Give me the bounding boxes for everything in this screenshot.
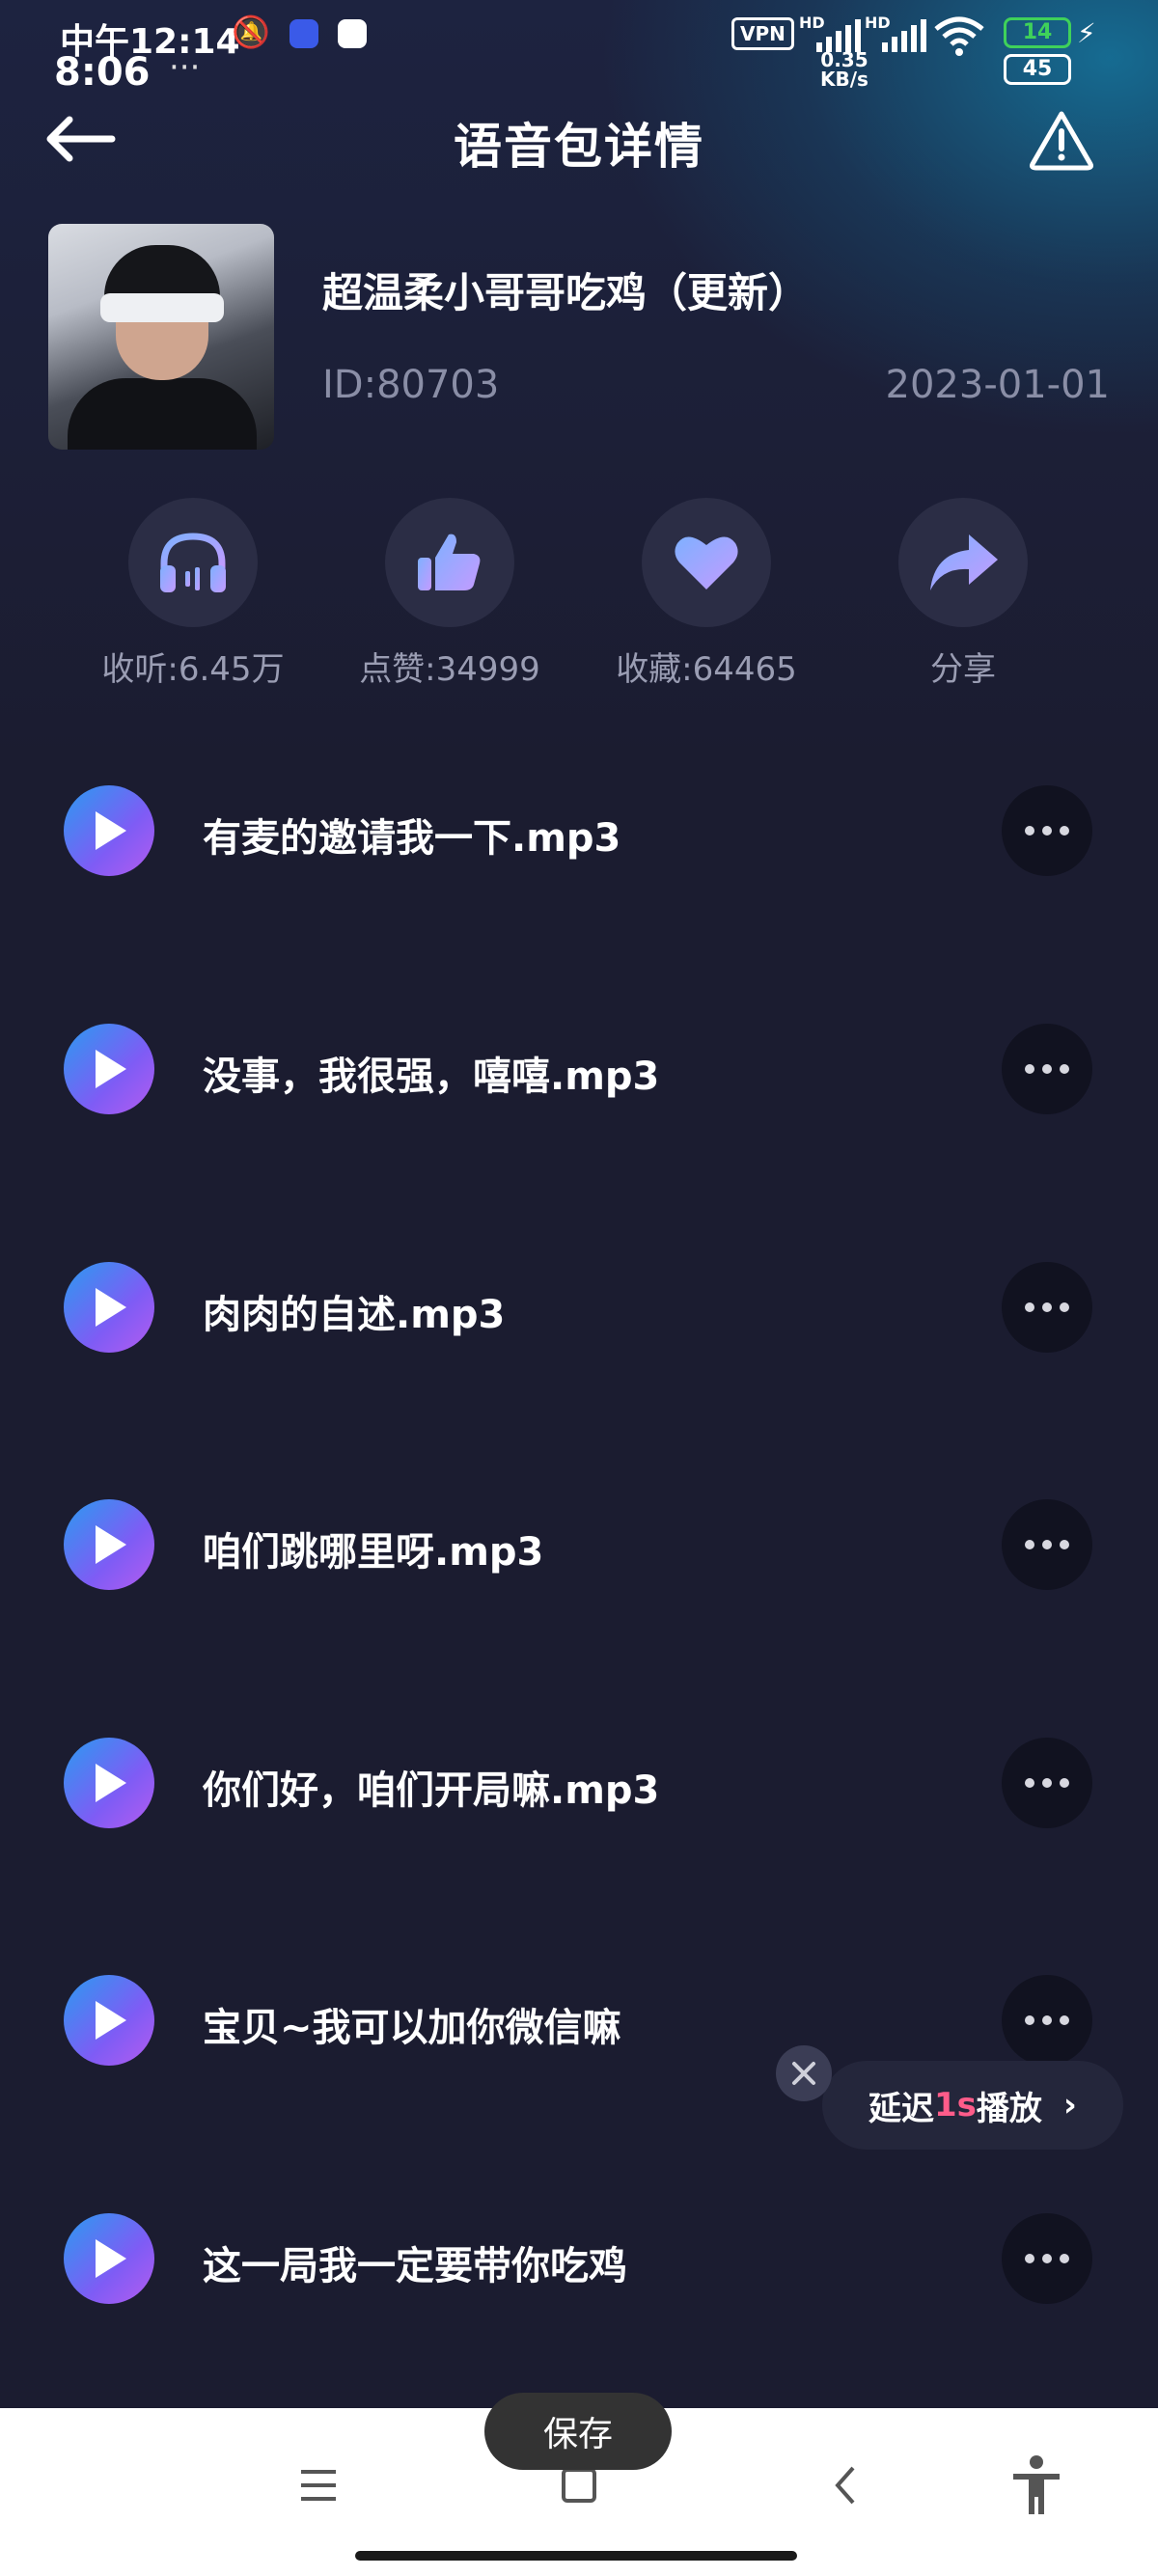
play-button[interactable] bbox=[64, 1499, 154, 1590]
app-notification-icon bbox=[290, 19, 319, 48]
play-button[interactable] bbox=[64, 1738, 154, 1828]
play-icon bbox=[96, 1050, 126, 1088]
signal-strength-icon bbox=[816, 19, 861, 52]
battery-indicator: 45 bbox=[1004, 54, 1071, 85]
list-item: 这一局我一定要带你吃鸡 bbox=[0, 2200, 1158, 2316]
list-item: 宝贝~我可以加你微信嘛 bbox=[0, 1961, 1158, 2077]
list-item: 肉肉的自述.mp3 bbox=[0, 1248, 1158, 1364]
track-name: 有麦的邀请我一下.mp3 bbox=[203, 816, 621, 861]
share-icon bbox=[898, 498, 1028, 627]
headphones-icon bbox=[128, 498, 258, 627]
share-label: 分享 bbox=[930, 650, 996, 689]
charging-bolt-icon: ⚡ bbox=[1077, 17, 1096, 49]
delay-play-button[interactable]: 延迟 1s 播放 › bbox=[822, 2061, 1123, 2150]
battery-indicator: 14 bbox=[1004, 17, 1071, 48]
play-icon bbox=[96, 1764, 126, 1802]
play-icon bbox=[96, 1525, 126, 1564]
chevron-right-icon: › bbox=[1062, 2086, 1077, 2124]
mute-bell-icon: 🔕 bbox=[232, 14, 270, 50]
delay-prefix: 延迟 bbox=[868, 2089, 934, 2128]
like-count-label: 点赞:34999 bbox=[359, 650, 540, 689]
more-options-button[interactable] bbox=[1002, 1738, 1092, 1828]
notification-icons: 🔕 bbox=[232, 14, 368, 50]
save-button[interactable]: 保存 bbox=[484, 2393, 672, 2470]
share-button[interactable]: 分享 bbox=[838, 498, 1089, 690]
accessibility-button[interactable] bbox=[998, 2447, 1075, 2524]
list-item: 没事，我很强，嘻嘻.mp3 bbox=[0, 1010, 1158, 1126]
status-bar: 中午12:14 8:06 ··· 🔕 VPN HD HD 0.35 KB/s 1… bbox=[0, 0, 1158, 106]
listen-count-stat: 收听:6.45万 bbox=[68, 498, 318, 690]
more-options-button[interactable] bbox=[1002, 785, 1092, 876]
menu-button[interactable] bbox=[280, 2447, 357, 2524]
list-item: 有麦的邀请我一下.mp3 bbox=[0, 772, 1158, 888]
play-icon bbox=[96, 1288, 126, 1327]
vpn-badge: VPN bbox=[731, 17, 794, 50]
back-icon bbox=[835, 2466, 855, 2505]
close-toast-button[interactable] bbox=[776, 2045, 832, 2101]
accessibility-icon bbox=[1013, 2455, 1060, 2514]
network-speed: 0.35 KB/s bbox=[820, 48, 868, 91]
play-button[interactable] bbox=[64, 1262, 154, 1353]
page-title: 语音包详情 bbox=[454, 119, 704, 175]
wifi-icon bbox=[932, 15, 986, 68]
list-item: 咱们跳哪里呀.mp3 bbox=[0, 1486, 1158, 1602]
play-button[interactable] bbox=[64, 785, 154, 876]
play-button[interactable] bbox=[64, 2213, 154, 2304]
more-options-button[interactable] bbox=[1002, 1499, 1092, 1590]
heart-icon bbox=[642, 498, 771, 627]
voice-pack-id: ID:80703 bbox=[322, 363, 500, 407]
system-back-button[interactable] bbox=[807, 2447, 884, 2524]
favorite-count-label: 收藏:64465 bbox=[616, 650, 797, 689]
delay-suffix: 播放 bbox=[976, 2089, 1042, 2128]
track-name: 肉肉的自述.mp3 bbox=[203, 1293, 506, 1337]
signal-strength-icon bbox=[882, 19, 926, 52]
more-options-button[interactable] bbox=[1002, 1262, 1092, 1353]
close-icon bbox=[792, 2062, 815, 2085]
listen-count-label: 收听:6.45万 bbox=[101, 650, 285, 689]
play-button[interactable] bbox=[64, 1975, 154, 2066]
track-name: 咱们跳哪里呀.mp3 bbox=[203, 1530, 544, 1575]
voice-pack-cover-image bbox=[48, 224, 274, 450]
delay-value: 1s bbox=[934, 2086, 977, 2124]
track-name: 你们好，咱们开局嘛.mp3 bbox=[203, 1768, 660, 1813]
more-options-button[interactable] bbox=[1002, 1975, 1092, 2066]
home-icon bbox=[562, 2468, 596, 2503]
track-name: 没事，我很强，嘻嘻.mp3 bbox=[203, 1055, 660, 1099]
voice-pack-date: 2023-01-01 bbox=[885, 363, 1110, 407]
thumbs-up-icon bbox=[385, 498, 514, 627]
more-options-button[interactable] bbox=[1002, 2213, 1092, 2304]
status-overflow-dots: ··· bbox=[169, 48, 201, 87]
play-icon bbox=[96, 811, 126, 850]
like-button[interactable]: 点赞:34999 bbox=[324, 498, 575, 690]
menu-icon bbox=[301, 2470, 336, 2501]
list-item: 你们好，咱们开局嘛.mp3 bbox=[0, 1724, 1158, 1840]
report-button[interactable] bbox=[1027, 108, 1096, 172]
favorite-button[interactable]: 收藏:64465 bbox=[581, 498, 832, 690]
status-time-secondary: 8:06 bbox=[54, 50, 151, 95]
play-icon bbox=[96, 2239, 126, 2278]
more-options-button[interactable] bbox=[1002, 1024, 1092, 1114]
play-icon bbox=[96, 2001, 126, 2040]
track-name: 这一局我一定要带你吃鸡 bbox=[203, 2244, 627, 2288]
voice-pack-title: 超温柔小哥哥吃鸡（更新） bbox=[322, 269, 810, 316]
warning-triangle-icon bbox=[1030, 111, 1093, 171]
track-name: 宝贝~我可以加你微信嘛 bbox=[203, 2006, 621, 2050]
app-notification-icon bbox=[338, 19, 368, 48]
top-app-bar: 语音包详情 bbox=[0, 96, 1158, 183]
play-button[interactable] bbox=[64, 1024, 154, 1114]
home-indicator bbox=[355, 2551, 797, 2561]
